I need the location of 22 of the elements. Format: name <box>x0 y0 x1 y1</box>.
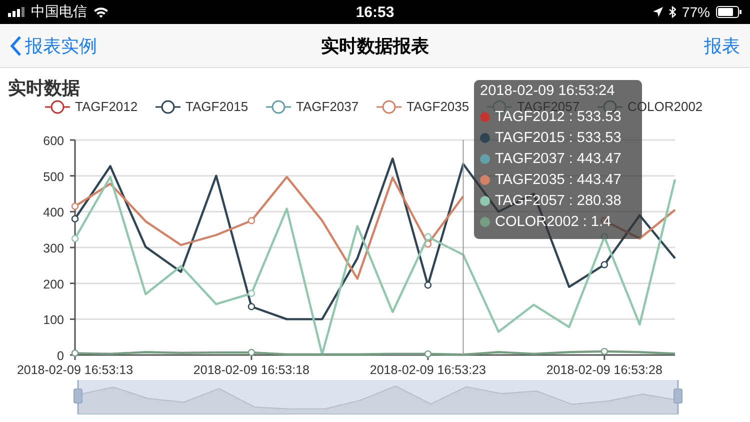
axis-label: 300 <box>43 242 64 256</box>
chart-title: 实时数据 <box>8 78 80 98</box>
battery-percent: 77% <box>682 4 710 20</box>
tooltip-value: TAGF2015 : 533.53 <box>495 130 622 146</box>
axis-label: 0 <box>57 349 64 363</box>
tooltip-value: TAGF2037 : 443.47 <box>495 151 622 167</box>
axis-label: 400 <box>43 206 64 220</box>
tooltip-value: TAGF2035 : 443.47 <box>495 172 622 188</box>
axis-label: 600 <box>43 134 64 148</box>
page-title: 实时数据报表 <box>321 34 429 58</box>
carrier-name: 中国电信 <box>31 3 87 21</box>
axis-label: 2018-02-09 16:53:28 <box>546 363 662 377</box>
tooltip-value: TAGF2057 : 280.38 <box>495 193 622 209</box>
axis-label: 500 <box>43 170 64 184</box>
axis-label: 200 <box>43 277 64 292</box>
axis-label: 2018-02-09 16:53:18 <box>193 363 310 377</box>
axis-label: 2018-02-09 16:53:13 <box>16 363 134 377</box>
axis-label: 100 <box>43 313 64 328</box>
tooltip-value: COLOR2002 : 1.4 <box>495 214 612 230</box>
axis-label: 2018-02-09 16:53:23 <box>370 363 486 377</box>
clock-time: 16:53 <box>354 4 396 20</box>
tooltip-title: 2018-02-09 16:53:24 <box>480 84 616 98</box>
